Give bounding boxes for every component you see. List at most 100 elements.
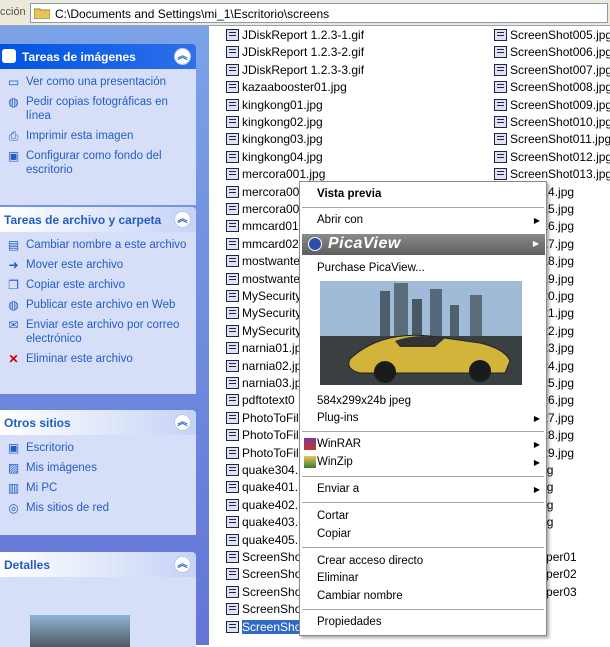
- image-file-icon: [226, 255, 239, 268]
- file-item[interactable]: pdftotext0: [226, 393, 295, 410]
- submenu-arrow-icon: ▶: [533, 414, 540, 423]
- task-delete[interactable]: ✕ Eliminar este archivo: [4, 352, 190, 366]
- file-item[interactable]: kingkong02.jpg: [226, 115, 323, 132]
- address-input[interactable]: C:\Documents and Settings\mi_1\Escritori…: [30, 3, 608, 23]
- file-item[interactable]: ScreenSho: [226, 602, 301, 619]
- menu-cut[interactable]: Cortar: [300, 508, 546, 525]
- file-item[interactable]: ScreenShot008.jpg: [494, 80, 610, 97]
- menu-delete[interactable]: Eliminar: [300, 570, 546, 587]
- menu-winrar[interactable]: WinRAR ▶: [300, 436, 546, 453]
- file-item[interactable]: MySecurity: [226, 306, 301, 323]
- collapse-icon[interactable]: ︽: [174, 48, 191, 65]
- file-item[interactable]: JDiskReport 1.2.3-1.gif: [226, 28, 364, 45]
- file-item[interactable]: PhotoToFil: [226, 446, 299, 463]
- image-file-icon: [494, 81, 507, 94]
- file-item[interactable]: quake403.: [226, 515, 298, 532]
- file-item[interactable]: ScreenSho: [226, 550, 301, 567]
- place-my-computer[interactable]: ▥ Mi PC: [4, 481, 190, 495]
- other-places-header[interactable]: Otros sitios ︽: [0, 410, 196, 435]
- menu-send-to[interactable]: Enviar a ▶: [300, 481, 546, 498]
- file-item[interactable]: quake405.: [226, 533, 298, 550]
- file-item[interactable]: kingkong03.jpg: [226, 132, 323, 149]
- file-item[interactable]: ScreenShot012.jpg: [494, 150, 610, 167]
- file-item[interactable]: PhotoToFil: [226, 428, 299, 445]
- menu-preview[interactable]: Vista previa: [300, 186, 546, 203]
- file-item[interactable]: ScreenSho: [226, 585, 301, 602]
- place-my-pictures[interactable]: ▨ Mis imágenes: [4, 461, 190, 475]
- image-file-icon: [226, 585, 239, 598]
- file-name: PhotoToFil: [242, 445, 299, 460]
- file-item[interactable]: narnia03.jp: [226, 376, 301, 393]
- file-name: mostwante: [242, 254, 301, 269]
- file-item[interactable]: ScreenShot011.jpg: [494, 132, 610, 149]
- file-item[interactable]: PhotoToFil: [226, 411, 299, 428]
- file-item[interactable]: ScreenShot007.jpg: [494, 63, 610, 80]
- image-file-icon: [226, 220, 239, 233]
- file-item[interactable]: ScreenShot010.jpg: [494, 115, 610, 132]
- file-item[interactable]: kingkong01.jpg: [226, 98, 323, 115]
- file-item[interactable]: quake304.: [226, 463, 298, 480]
- file-item[interactable]: mercora00: [226, 202, 299, 219]
- file-item[interactable]: kingkong04.jpg: [226, 150, 323, 167]
- details-body: [0, 577, 196, 647]
- file-item[interactable]: MySecurity: [226, 289, 301, 306]
- menu-copy[interactable]: Copiar: [300, 526, 546, 543]
- file-name: ScreenSho: [242, 550, 302, 564]
- my-computer-icon: ▥: [7, 481, 20, 495]
- image-file-icon: [226, 150, 239, 163]
- image-tasks-header[interactable]: Tareas de imágenes ︽: [0, 44, 196, 69]
- menu-picaview[interactable]: PicaView ▶: [302, 234, 545, 255]
- image-file-icon: [226, 342, 239, 355]
- task-order-prints[interactable]: ◍ Pedir copias fotográficas en línea: [4, 95, 190, 123]
- menu-purchase-picaview[interactable]: Purchase PicaView...: [300, 260, 546, 277]
- file-item[interactable]: quake401.: [226, 480, 298, 497]
- file-item[interactable]: ScreenShot005.jpg: [494, 28, 610, 45]
- menu-create-shortcut[interactable]: Crear acceso directo: [300, 553, 546, 570]
- menu-properties[interactable]: Propiedades: [300, 614, 546, 631]
- task-set-wallpaper[interactable]: ▣ Configurar como fondo del escritorio: [4, 149, 190, 177]
- file-item[interactable]: mmcard02.: [226, 237, 302, 254]
- details-header[interactable]: Detalles ︽: [0, 552, 196, 577]
- file-item[interactable]: ScreenShot006.jpg: [494, 45, 610, 62]
- menu-plugins[interactable]: Plug-ins ▶: [300, 410, 546, 427]
- my-pictures-icon: ▨: [7, 461, 20, 475]
- submenu-arrow-icon: ▶: [532, 239, 539, 248]
- address-bar: cción C:\Documents and Settings\mi_1\Esc…: [0, 0, 610, 26]
- task-print-image[interactable]: ⎙ Imprimir esta imagen: [4, 129, 190, 143]
- car-city-image: [320, 281, 522, 385]
- task-copy[interactable]: ❐ Copiar este archivo: [4, 278, 190, 292]
- file-name: JDiskReport 1.2.3-2.gif: [242, 45, 365, 60]
- place-network[interactable]: ◎ Mis sitios de red: [4, 501, 190, 515]
- file-item[interactable]: narnia01.jp: [226, 341, 301, 358]
- file-name: quake304.: [242, 463, 299, 477]
- file-item[interactable]: ScreenSho: [226, 619, 302, 637]
- file-item[interactable]: mostwante: [226, 254, 300, 271]
- file-name: ScreenSho: [242, 567, 302, 582]
- task-slideshow[interactable]: ▭ Ver como una presentación: [4, 75, 190, 89]
- file-item[interactable]: ScreenSho: [226, 567, 301, 584]
- task-publish-web[interactable]: ◍ Publicar este archivo en Web: [4, 298, 190, 312]
- place-desktop[interactable]: ▣ Escritorio: [4, 441, 190, 455]
- collapse-icon[interactable]: ︽: [174, 556, 191, 573]
- menu-rename[interactable]: Cambiar nombre: [300, 588, 546, 605]
- task-rename[interactable]: ▤ Cambiar nombre a este archivo: [4, 238, 190, 252]
- file-item[interactable]: ScreenShot009.jpg: [494, 98, 610, 115]
- move-icon: ➜: [8, 258, 19, 272]
- file-item[interactable]: kazaabooster01.jpg: [226, 80, 347, 97]
- file-item[interactable]: quake402.: [226, 498, 298, 515]
- file-item[interactable]: mostwante: [226, 272, 300, 289]
- file-item[interactable]: mercora00: [226, 185, 299, 202]
- file-item[interactable]: narnia02.jp: [226, 359, 301, 376]
- file-item[interactable]: JDiskReport 1.2.3-3.gif: [226, 63, 364, 80]
- file-tasks-header[interactable]: Tareas de archivo y carpeta ︽: [0, 207, 196, 232]
- file-item[interactable]: mmcard01.: [226, 219, 302, 236]
- file-item[interactable]: JDiskReport 1.2.3-2.gif: [226, 45, 364, 62]
- task-email[interactable]: ✉ Enviar este archivo por correo electrón…: [4, 318, 190, 346]
- collapse-icon[interactable]: ︽: [174, 211, 191, 228]
- menu-open-with[interactable]: Abrir con ▶: [300, 212, 546, 229]
- collapse-icon[interactable]: ︽: [174, 414, 191, 431]
- image-file-icon: [226, 307, 239, 320]
- task-move[interactable]: ➜ Mover este archivo: [4, 258, 190, 272]
- file-item[interactable]: MySecurity: [226, 324, 301, 341]
- menu-winzip[interactable]: WinZip ▶: [300, 454, 546, 471]
